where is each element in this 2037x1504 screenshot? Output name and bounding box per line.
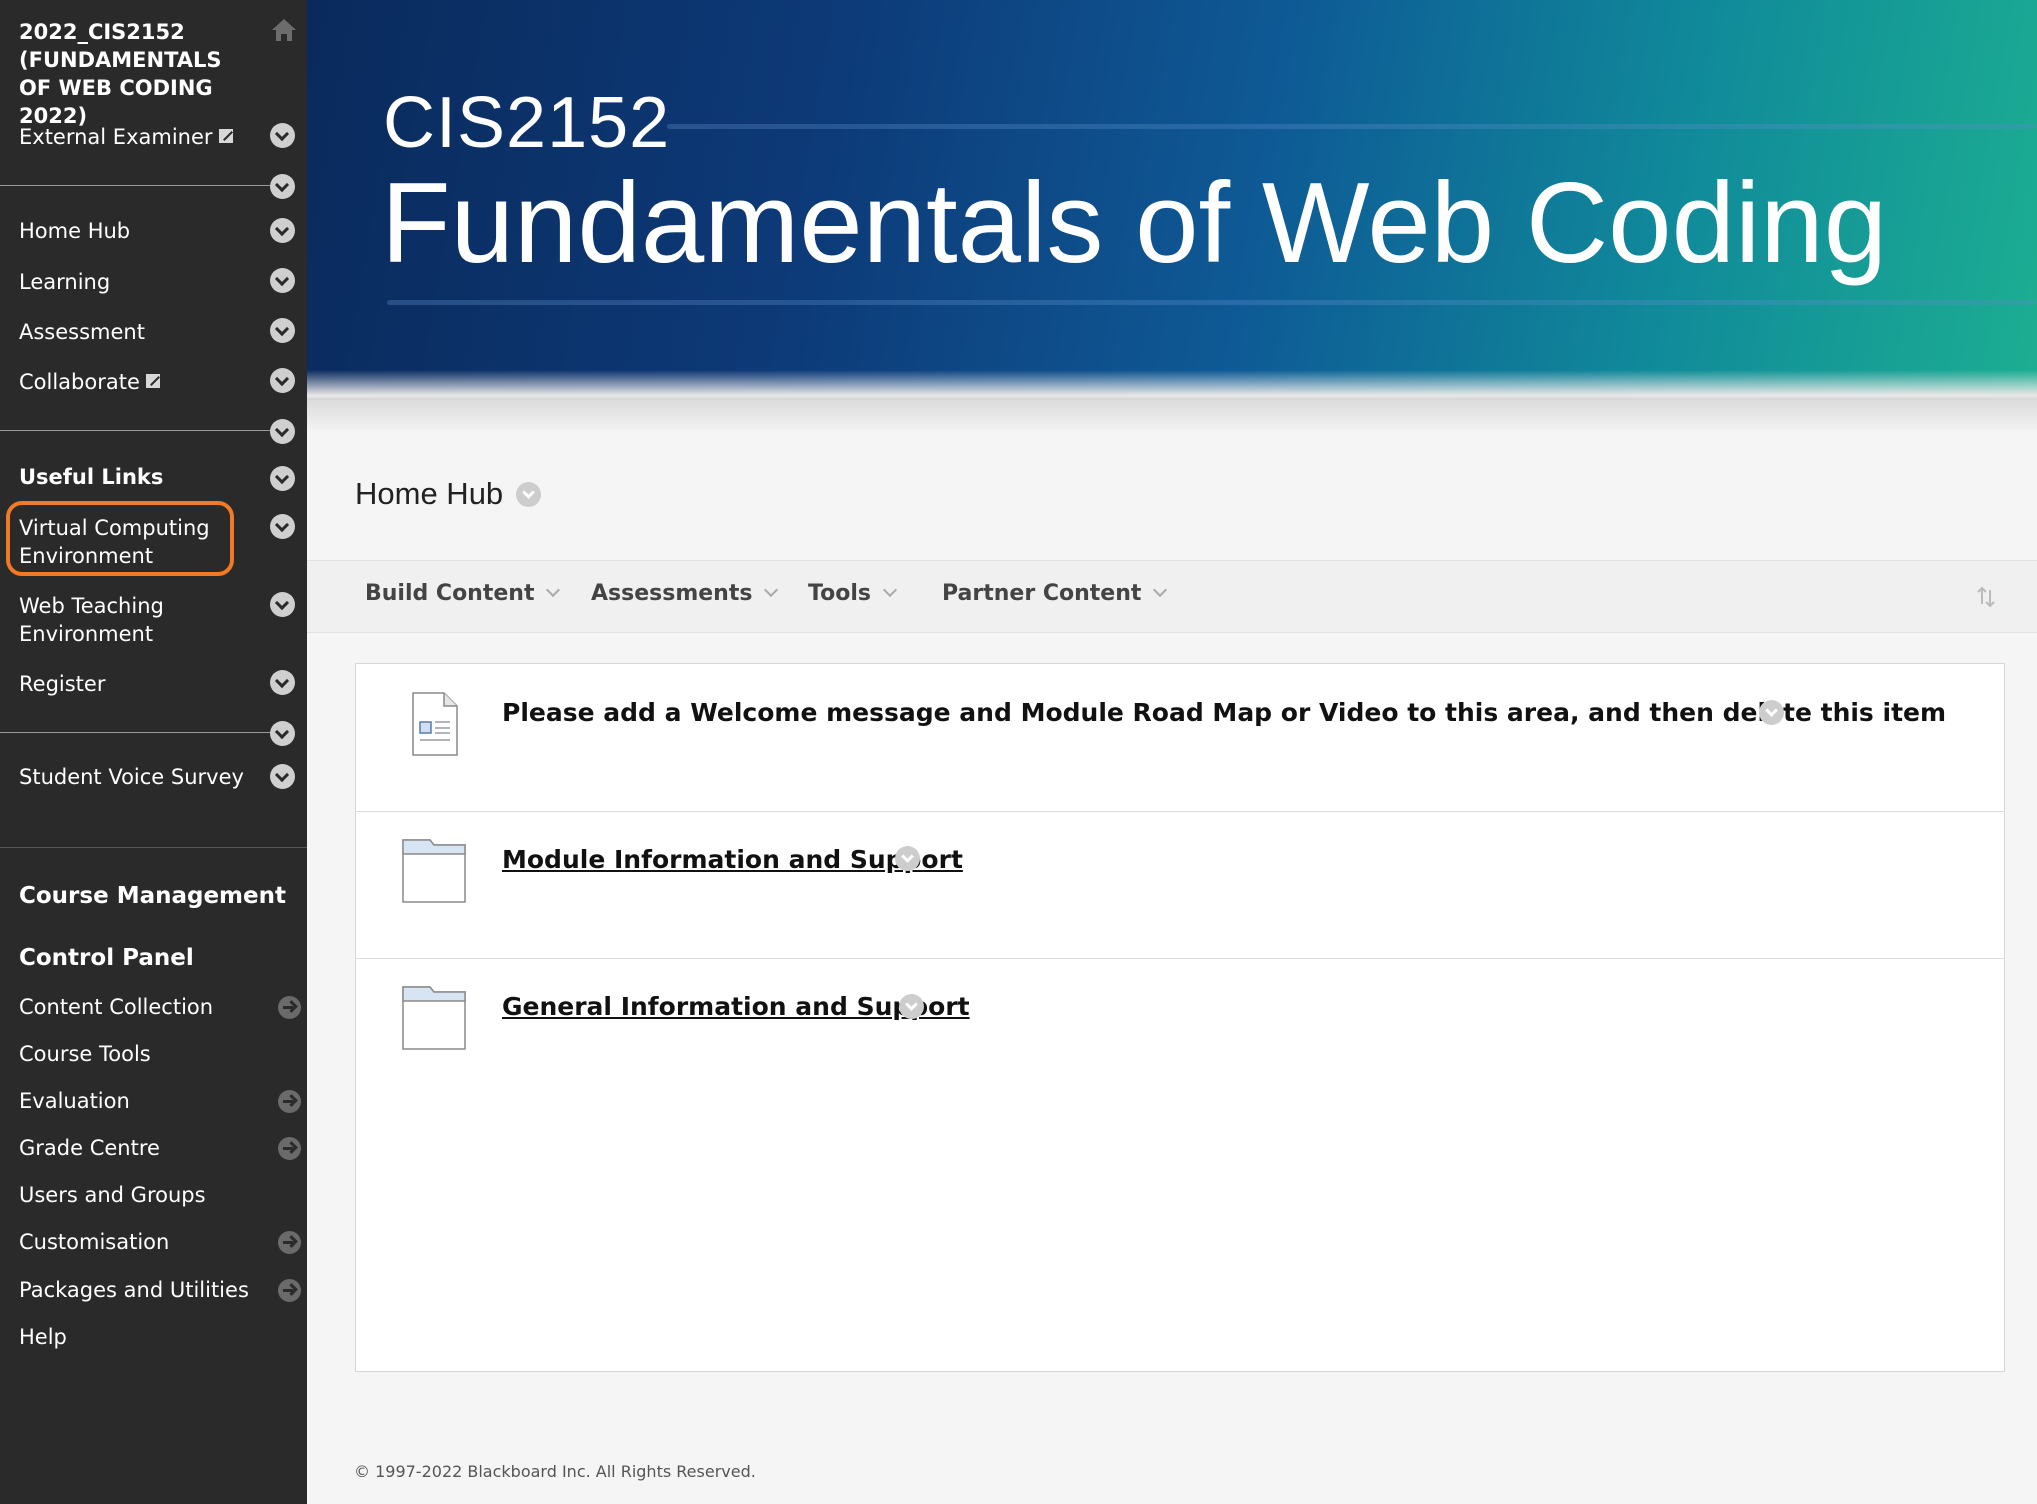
banner-fade xyxy=(307,370,2037,400)
chevron-down-icon[interactable] xyxy=(899,994,924,1019)
banner-decoration xyxy=(387,300,2037,305)
assessments-label: Assessments xyxy=(591,581,753,606)
control-panel-item-evaluation[interactable]: Evaluation xyxy=(19,1087,130,1115)
content-item: Module Information and Support xyxy=(356,811,2004,959)
divider xyxy=(0,430,270,431)
sidebar-item-student-voice-survey[interactable]: Student Voice Survey xyxy=(19,763,244,791)
chevron-down-icon[interactable] xyxy=(270,466,295,491)
control-panel-item-help[interactable]: Help xyxy=(19,1323,67,1351)
chevron-down-icon[interactable] xyxy=(895,846,920,871)
sidebar-item-learning[interactable]: Learning xyxy=(19,268,110,296)
arrow-right-icon[interactable] xyxy=(278,1279,301,1302)
assessments-button[interactable]: Assessments xyxy=(591,581,779,606)
chevron-down-icon xyxy=(1153,582,1168,598)
partner-content-label: Partner Content xyxy=(942,581,1142,606)
chevron-down-icon xyxy=(882,582,898,598)
chevron-down-icon[interactable] xyxy=(516,482,541,507)
external-link-icon xyxy=(145,374,160,388)
sidebar-item-assessment[interactable]: Assessment xyxy=(19,318,145,346)
chevron-down-icon xyxy=(764,582,779,598)
control-panel-item-course-tools[interactable]: Course Tools xyxy=(19,1040,151,1068)
arrow-right-icon[interactable] xyxy=(278,1231,301,1254)
control-panel-item-packages-and-utilities[interactable]: Packages and Utilities xyxy=(19,1276,249,1304)
content-item-label: Please add a Welcome message and Module … xyxy=(502,698,1947,727)
build-content-label: Build Content xyxy=(365,581,535,606)
banner-course-code: CIS2152 xyxy=(383,83,671,163)
divider xyxy=(0,185,270,186)
folder-icon xyxy=(402,986,466,1050)
chevron-down-icon[interactable] xyxy=(270,268,295,293)
control-panel-item-grade-centre[interactable]: Grade Centre xyxy=(19,1134,160,1162)
control-panel-item-customisation[interactable]: Customisation xyxy=(19,1228,169,1256)
content-item-title[interactable]: Please add a Welcome message and Module … xyxy=(502,698,1946,727)
sidebar-item-web-teaching-environment[interactable]: Web Teaching Environment xyxy=(19,592,164,648)
chevron-down-icon[interactable] xyxy=(270,721,295,746)
chevron-down-icon[interactable] xyxy=(270,670,295,695)
build-content-button[interactable]: Build Content xyxy=(365,581,561,606)
course-banner: CIS2152 Fundamentals of Web Coding xyxy=(307,0,2037,400)
chevron-down-icon[interactable] xyxy=(270,318,295,343)
control-panel-item-content-collection[interactable]: Content Collection xyxy=(19,993,213,1021)
course-menu-sidebar: 2022_CIS2152 (FUNDAMENTALS OF WEB CODING… xyxy=(0,0,307,1504)
divider xyxy=(0,847,307,848)
arrow-right-icon[interactable] xyxy=(278,996,301,1019)
document-icon xyxy=(412,692,458,756)
content-area: Home Hub Build Content Assessments Tools… xyxy=(307,430,2037,1504)
content-item: Please add a Welcome message and Module … xyxy=(356,664,2004,812)
sidebar-item-label: External Examiner xyxy=(19,125,213,149)
sidebar-heading-useful-links[interactable]: Useful Links xyxy=(19,463,163,491)
module-information-link[interactable]: Module Information and Support xyxy=(502,845,963,874)
chevron-down-icon[interactable] xyxy=(1759,700,1784,725)
content-item: General Information and Support xyxy=(356,958,2004,1105)
tools-label: Tools xyxy=(808,581,871,606)
partner-content-button[interactable]: Partner Content xyxy=(942,581,1168,606)
chevron-down-icon[interactable] xyxy=(270,174,295,199)
sidebar-item-home-hub[interactable]: Home Hub xyxy=(19,217,130,245)
divider xyxy=(0,732,270,733)
banner-course-title: Fundamentals of Web Coding xyxy=(381,160,1888,287)
tools-button[interactable]: Tools xyxy=(808,581,898,606)
chevron-down-icon[interactable] xyxy=(270,764,295,789)
arrow-right-icon[interactable] xyxy=(278,1137,301,1160)
home-icon[interactable] xyxy=(270,16,298,44)
sidebar-item-label: Environment xyxy=(19,622,154,646)
sidebar-item-label: Web Teaching xyxy=(19,594,164,618)
page-title: Home Hub xyxy=(355,476,504,511)
chevron-down-icon[interactable] xyxy=(270,218,295,243)
chevron-down-icon[interactable] xyxy=(270,514,295,539)
external-link-icon xyxy=(218,129,233,143)
chevron-down-icon[interactable] xyxy=(270,123,295,148)
chevron-down-icon[interactable] xyxy=(270,368,295,393)
banner-decoration xyxy=(667,124,2037,129)
sidebar-item-register[interactable]: Register xyxy=(19,670,105,698)
sidebar-item-label: Collaborate xyxy=(19,370,140,394)
course-title[interactable]: 2022_CIS2152 (FUNDAMENTALS OF WEB CODING… xyxy=(19,18,249,130)
copyright-footer: © 1997-2022 Blackboard Inc. All Rights R… xyxy=(354,1462,756,1481)
sidebar-item-external-examiner[interactable]: External Examiner xyxy=(19,123,233,151)
control-panel-heading: Control Panel xyxy=(19,945,194,971)
highlight-annotation xyxy=(6,501,234,576)
chevron-down-icon[interactable] xyxy=(270,419,295,444)
content-list: Please add a Welcome message and Module … xyxy=(355,663,2005,1372)
control-panel-item-users-and-groups[interactable]: Users and Groups xyxy=(19,1181,206,1209)
chevron-down-icon[interactable] xyxy=(270,592,295,617)
reorder-icon[interactable] xyxy=(1974,585,1998,609)
chevron-down-icon xyxy=(546,582,561,598)
banner-shadow xyxy=(307,400,2037,430)
arrow-right-icon[interactable] xyxy=(278,1090,301,1113)
action-toolbar: Build Content Assessments Tools Partner … xyxy=(307,560,2037,633)
course-management-heading[interactable]: Course Management xyxy=(19,882,286,910)
folder-icon xyxy=(402,839,466,903)
sidebar-item-collaborate[interactable]: Collaborate xyxy=(19,368,160,396)
